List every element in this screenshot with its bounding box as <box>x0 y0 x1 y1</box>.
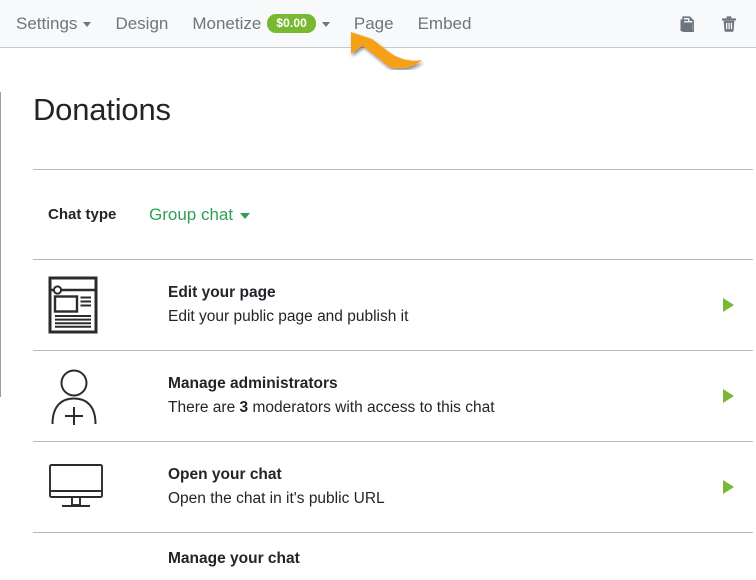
row-subtitle-suffix: moderators with access to this chat <box>248 399 494 416</box>
nav-right-actions <box>674 11 756 37</box>
page-layout-icon <box>48 276 98 334</box>
row-subtitle-text: Open the chat in it's public URL <box>168 490 385 507</box>
row-title: Edit your page <box>168 283 718 304</box>
copy-icon <box>676 13 698 35</box>
row-title: Manage your chat <box>168 549 718 567</box>
nav-item-embed-label: Embed <box>418 15 472 32</box>
moderator-count: 3 <box>240 399 249 416</box>
row-title: Open your chat <box>168 465 718 486</box>
monitor-icon <box>48 463 104 511</box>
chat-type-label: Chat type <box>48 206 149 223</box>
chevron-down-icon <box>240 213 250 219</box>
nav-item-page-label: Page <box>354 15 394 32</box>
row-partial-next[interactable]: Manage your chat <box>0 533 756 567</box>
row-subtitle: Edit your public page and publish it <box>168 307 718 328</box>
chat-type-dropdown[interactable]: Group chat <box>149 206 250 223</box>
chevron-right-icon <box>723 298 734 312</box>
duplicate-button[interactable] <box>674 11 700 37</box>
row-subtitle-text: Edit your public page and publish it <box>168 308 408 325</box>
chat-type-value-label: Group chat <box>149 206 233 223</box>
row-edit-your-page[interactable]: Edit your page Edit your public page and… <box>0 260 756 350</box>
monitor-icon-wrap <box>48 463 112 511</box>
add-user-icon-wrap <box>48 367 112 425</box>
monetize-balance-badge: $0.00 <box>267 14 316 33</box>
nav-item-monetize[interactable]: Monetize $0.00 <box>180 8 342 39</box>
row-open-your-chat[interactable]: Open your chat Open the chat in it's pub… <box>0 442 756 532</box>
main-content: Donations Chat type Group chat <box>0 48 756 579</box>
delete-button[interactable] <box>716 11 742 37</box>
add-user-icon <box>48 367 100 425</box>
row-text: Open your chat Open the chat in it's pub… <box>112 465 718 510</box>
row-text: Manage administrators There are 3 modera… <box>112 374 718 419</box>
top-navigation-bar: Settings Design Monetize $0.00 Page Embe… <box>0 0 756 48</box>
chevron-right-icon <box>723 480 734 494</box>
row-manage-administrators[interactable]: Manage administrators There are 3 modera… <box>0 351 756 441</box>
row-subtitle-prefix: There are <box>168 399 240 416</box>
nav-item-settings[interactable]: Settings <box>4 9 103 38</box>
chevron-down-icon <box>322 22 330 27</box>
trash-icon <box>718 13 740 35</box>
chevron-right-button[interactable] <box>718 480 738 494</box>
nav-item-monetize-label: Monetize <box>192 15 261 32</box>
chat-type-row: Chat type Group chat <box>0 170 756 259</box>
row-title: Manage administrators <box>168 374 718 395</box>
panel-left-edge <box>0 92 1 397</box>
nav-item-page[interactable]: Page <box>342 9 406 38</box>
chevron-right-button[interactable] <box>718 298 738 312</box>
row-text: Edit your page Edit your public page and… <box>112 283 718 328</box>
chevron-right-icon <box>723 389 734 403</box>
nav-item-design-label: Design <box>115 15 168 32</box>
chevron-down-icon <box>83 22 91 27</box>
row-text: Manage your chat <box>112 549 718 567</box>
nav-item-embed[interactable]: Embed <box>406 9 484 38</box>
page-title: Donations <box>0 48 756 127</box>
nav-item-design[interactable]: Design <box>103 9 180 38</box>
nav-item-settings-label: Settings <box>16 15 77 32</box>
page-layout-icon-wrap <box>48 276 112 334</box>
chevron-right-button[interactable] <box>718 389 738 403</box>
row-subtitle: There are 3 moderators with access to th… <box>168 398 718 419</box>
row-subtitle: Open the chat in it's public URL <box>168 489 718 510</box>
